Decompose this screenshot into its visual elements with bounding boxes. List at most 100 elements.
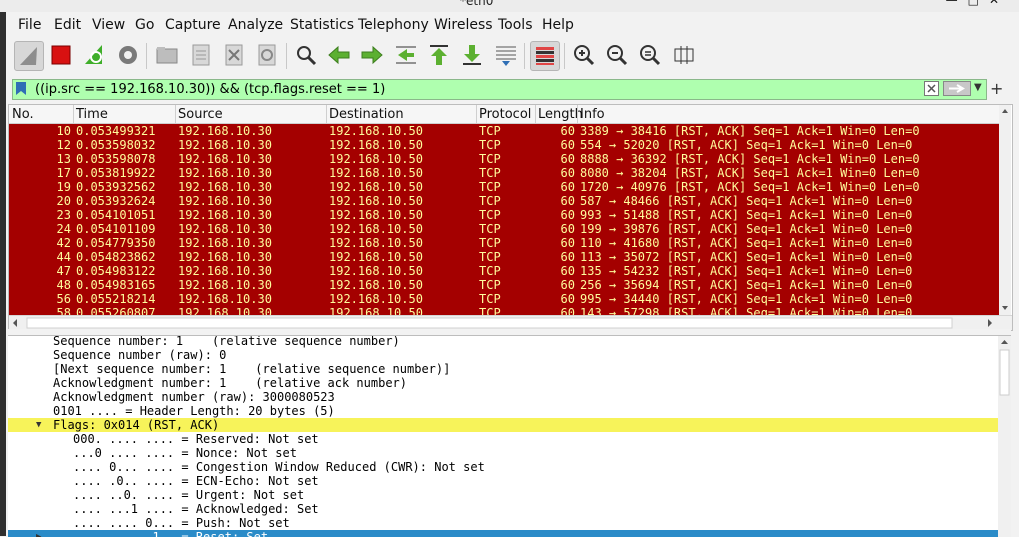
packet-row[interactable]: 58 0.055260807 192.168.10.30 192.168.10.50 T… [9,306,999,315]
packet-cell-src: 192.168.10.30 [178,152,272,166]
detail-line[interactable]: .... 0... .... = Congestion Window Reduc… [8,460,998,474]
detail-line[interactable]: Sequence number: 1 (relative sequence nu… [8,335,998,348]
shark-fin-icon[interactable] [14,41,44,71]
menu-file[interactable]: File [18,17,41,33]
minimize-icon[interactable]: — [946,0,968,7]
packet-cell-dst: 192.168.10.50 [329,278,423,292]
window-controls[interactable]: —□✕ [946,0,1009,7]
find-icon[interactable] [292,41,320,69]
menu-capture[interactable]: Capture [165,17,221,33]
column-header-time[interactable]: Time [76,107,108,122]
packet-row[interactable]: 24 0.054101109 192.168.10.30 192.168.10.50 T… [9,222,999,236]
close-window-icon[interactable]: ✕ [989,0,1009,7]
menu-telephony[interactable]: Telephony [358,17,429,33]
restart-capture-icon[interactable] [81,41,109,69]
packet-cell-proto: TCP [479,166,501,180]
go-back-icon[interactable] [325,41,353,69]
stop-icon[interactable] [47,41,75,69]
packet-row[interactable]: 17 0.053819922 192.168.10.30 192.168.10.50 T… [9,166,999,180]
packet-list-hscrollbar[interactable] [9,315,1012,330]
capture-options-icon[interactable] [114,41,142,69]
packet-cell-no: 48 [56,278,71,292]
open-file-icon[interactable] [153,41,181,69]
apply-filter-icon[interactable] [943,81,971,96]
packet-row[interactable]: 48 0.054983165 192.168.10.30 192.168.10.50 T… [9,278,999,292]
go-forward-icon[interactable] [358,41,386,69]
detail-line[interactable]: .... ..0. .... = Urgent: Not set [8,488,998,502]
detail-line[interactable]: .... ...1 .... = Acknowledged: Set [8,502,998,516]
resize-columns-icon[interactable] [670,41,698,69]
colorize-icon[interactable] [530,41,560,71]
reload-icon[interactable] [253,41,281,69]
packet-row[interactable]: 23 0.054101051 192.168.10.30 192.168.10.50 T… [9,208,999,222]
detail-line-text: 000. .... .... = Reserved: Not set [73,432,319,446]
display-filter-input[interactable] [35,80,915,98]
detail-line-text: Sequence number: 1 (relative sequence nu… [53,335,400,348]
packet-cell-len: 60 [560,278,575,292]
close-file-icon[interactable] [220,41,248,69]
clear-filter-icon[interactable] [924,81,939,96]
expand-arrow-icon[interactable]: ▼ [36,418,41,432]
packet-cell-time: 0.055218214 [76,292,156,306]
detail-line[interactable]: Acknowledgment number (raw): 3000080523 [8,390,998,404]
packet-row[interactable]: 13 0.053598078 192.168.10.30 192.168.10.50 T… [9,152,999,166]
packet-row[interactable]: 42 0.054779350 192.168.10.30 192.168.10.50 T… [9,236,999,250]
detail-line[interactable]: ▼ Flags: 0x014 (RST, ACK) [8,418,998,432]
menu-help[interactable]: Help [542,17,574,33]
detail-line[interactable]: Sequence number (raw): 0 [8,348,998,362]
detail-line[interactable]: .... .0.. .... = ECN-Echo: Not set [8,474,998,488]
zoom-out-icon[interactable] [603,41,631,69]
packet-cell-src: 192.168.10.30 [178,194,272,208]
menu-wireless[interactable]: Wireless [434,17,493,33]
menu-analyze[interactable]: Analyze [228,17,283,33]
packet-cell-len: 60 [560,292,575,306]
packet-row[interactable]: 44 0.054823862 192.168.10.30 192.168.10.50 T… [9,250,999,264]
packet-row[interactable]: 10 0.053499321 192.168.10.30 192.168.10.50 T… [9,124,999,138]
menu-edit[interactable]: Edit [54,17,81,33]
menu-go[interactable]: Go [135,17,154,33]
first-packet-icon[interactable] [425,41,453,69]
column-header-destination[interactable]: Destination [329,107,404,122]
filter-dropdown-icon[interactable]: ▼ [974,82,984,96]
detail-line[interactable]: 0101 .... = Header Length: 20 bytes (5) [8,404,998,418]
packet-cell-time: 0.054823862 [76,250,156,264]
packet-cell-no: 13 [56,152,71,166]
column-header-protocol[interactable]: Protocol [479,107,531,122]
packet-cell-proto: TCP [479,250,501,264]
detail-line[interactable]: 000. .... .... = Reserved: Not set [8,432,998,446]
detail-line[interactable]: Acknowledgment number: 1 (relative ack n… [8,376,998,390]
menu-statistics[interactable]: Statistics [290,17,354,33]
packet-cell-proto: TCP [479,306,501,315]
packet-row[interactable]: 12 0.053598032 192.168.10.30 192.168.10.50 T… [9,138,999,152]
detail-line[interactable]: .... .... 0... = Push: Not set [8,516,998,530]
packet-row[interactable]: 47 0.054983122 192.168.10.30 192.168.10.50 T… [9,264,999,278]
menu-view[interactable]: View [92,17,125,33]
packet-row[interactable]: 20 0.053932624 192.168.10.30 192.168.10.50 T… [9,194,999,208]
packet-cell-time: 0.053932562 [76,180,156,194]
packet-cell-proto: TCP [479,124,501,138]
detail-line-text: .... ...1 .... = Acknowledged: Set [73,502,319,516]
detail-line-text: Flags: 0x014 (RST, ACK) [53,418,220,432]
column-header-no[interactable]: No. [12,107,34,122]
packet-details-vscrollbar[interactable] [998,336,1011,537]
maximize-icon[interactable]: □ [968,0,989,7]
packet-cell-info: 135 → 54232 [RST, ACK] Seq=1 Ack=1 Win=0… [580,264,913,278]
autoscroll-icon[interactable] [492,41,520,69]
column-header-info[interactable]: Info [580,107,605,122]
packet-row[interactable]: 19 0.053932562 192.168.10.30 192.168.10.50 T… [9,180,999,194]
packet-list-vscrollbar[interactable] [999,105,1011,315]
bookmark-icon[interactable] [15,81,27,96]
go-to-packet-icon[interactable] [392,41,420,69]
detail-line[interactable]: ...0 .... .... = Nonce: Not set [8,446,998,460]
detail-line[interactable]: [Next sequence number: 1 (relative seque… [8,362,998,376]
packet-row[interactable]: 56 0.055218214 192.168.10.30 192.168.10.50 T… [9,292,999,306]
menu-tools[interactable]: Tools [498,17,533,33]
last-packet-icon[interactable] [458,41,486,69]
column-header-source[interactable]: Source [178,107,223,122]
packet-cell-info: 8888 → 36392 [RST, ACK] Seq=1 Ack=1 Win=… [580,152,920,166]
packet-cell-no: 10 [56,124,71,138]
normal-size-icon[interactable] [636,41,664,69]
zoom-in-icon[interactable] [570,41,598,69]
add-filter-button[interactable]: + [990,79,1003,98]
save-file-icon[interactable] [187,41,215,69]
